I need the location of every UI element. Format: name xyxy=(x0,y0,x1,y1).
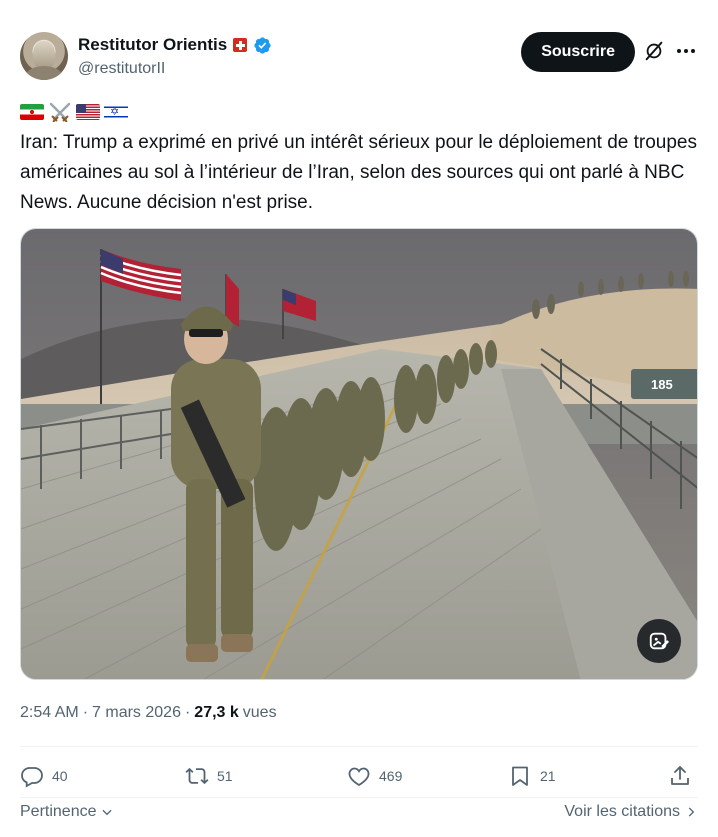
avatar-face xyxy=(33,41,55,69)
views-label: vues xyxy=(242,704,277,721)
author-display-name[interactable]: Restitutor Orientis xyxy=(78,35,227,55)
sort-dropdown[interactable]: Pertinence xyxy=(20,803,114,821)
avatar[interactable] xyxy=(20,32,68,80)
bookmark-button[interactable]: 21 xyxy=(508,760,556,792)
sort-label: Pertinence xyxy=(20,803,97,820)
tweet-time[interactable]: 2:54 AM xyxy=(20,704,79,722)
bookmark-count: 21 xyxy=(540,768,556,784)
crossed-swords-icon xyxy=(49,102,71,122)
reply-button[interactable]: 40 xyxy=(20,760,68,792)
reply-count: 40 xyxy=(52,768,68,784)
tweet-text: Iran: Trump a exprimé en privé un intérê… xyxy=(20,132,697,213)
chevron-right-icon xyxy=(688,807,695,817)
tweet-header: Restitutor Orientis @restitutorII Souscr… xyxy=(20,30,700,84)
replies-footer: Pertinence Voir les citations xyxy=(20,803,698,825)
swiss-flag-icon xyxy=(233,38,248,52)
tweet-meta: 2:54 AM · 7 mars 2026 · 27,3 k vues xyxy=(20,704,277,722)
quotes-label: Voir les citations xyxy=(564,803,680,820)
meta-separator: · xyxy=(82,704,89,721)
repost-button[interactable]: 51 xyxy=(185,760,233,792)
more-icon[interactable] xyxy=(674,39,698,63)
repost-icon xyxy=(185,767,209,785)
action-bar: 40 51 469 21 xyxy=(20,760,698,794)
verified-badge-icon xyxy=(254,36,271,54)
views-count: 27,3 k xyxy=(194,704,239,721)
repost-count: 51 xyxy=(217,768,233,784)
name-row: Restitutor Orientis xyxy=(78,35,272,55)
reply-icon xyxy=(21,767,43,788)
avatar-body xyxy=(26,66,62,80)
share-icon xyxy=(671,766,689,785)
us-flag-icon xyxy=(76,104,100,120)
flags-line xyxy=(20,102,128,122)
bookmark-icon xyxy=(512,766,528,786)
meta-separator: · xyxy=(184,704,191,721)
grok-icon[interactable] xyxy=(643,40,665,62)
tweet-date[interactable]: 7 mars 2026 xyxy=(92,704,181,722)
iran-flag-icon xyxy=(20,104,44,120)
israel-flag-icon xyxy=(104,104,128,120)
like-count: 469 xyxy=(379,768,403,784)
like-button[interactable]: 469 xyxy=(347,760,402,792)
soldiers-photo: 185 xyxy=(21,229,697,679)
share-button[interactable] xyxy=(668,760,692,792)
divider xyxy=(20,797,698,798)
tweet-media[interactable]: 185 xyxy=(20,228,698,680)
view-quotes-link[interactable]: Voir les citations xyxy=(564,803,698,821)
subscribe-button[interactable]: Souscrire xyxy=(521,32,635,72)
heart-icon xyxy=(348,767,370,787)
boat-number: 185 xyxy=(651,377,673,392)
chevron-down-icon xyxy=(101,809,112,816)
image-edit-button[interactable] xyxy=(637,619,681,663)
author-handle[interactable]: @restitutorII xyxy=(78,60,165,78)
image-edit-icon xyxy=(649,632,670,650)
divider xyxy=(20,746,698,747)
